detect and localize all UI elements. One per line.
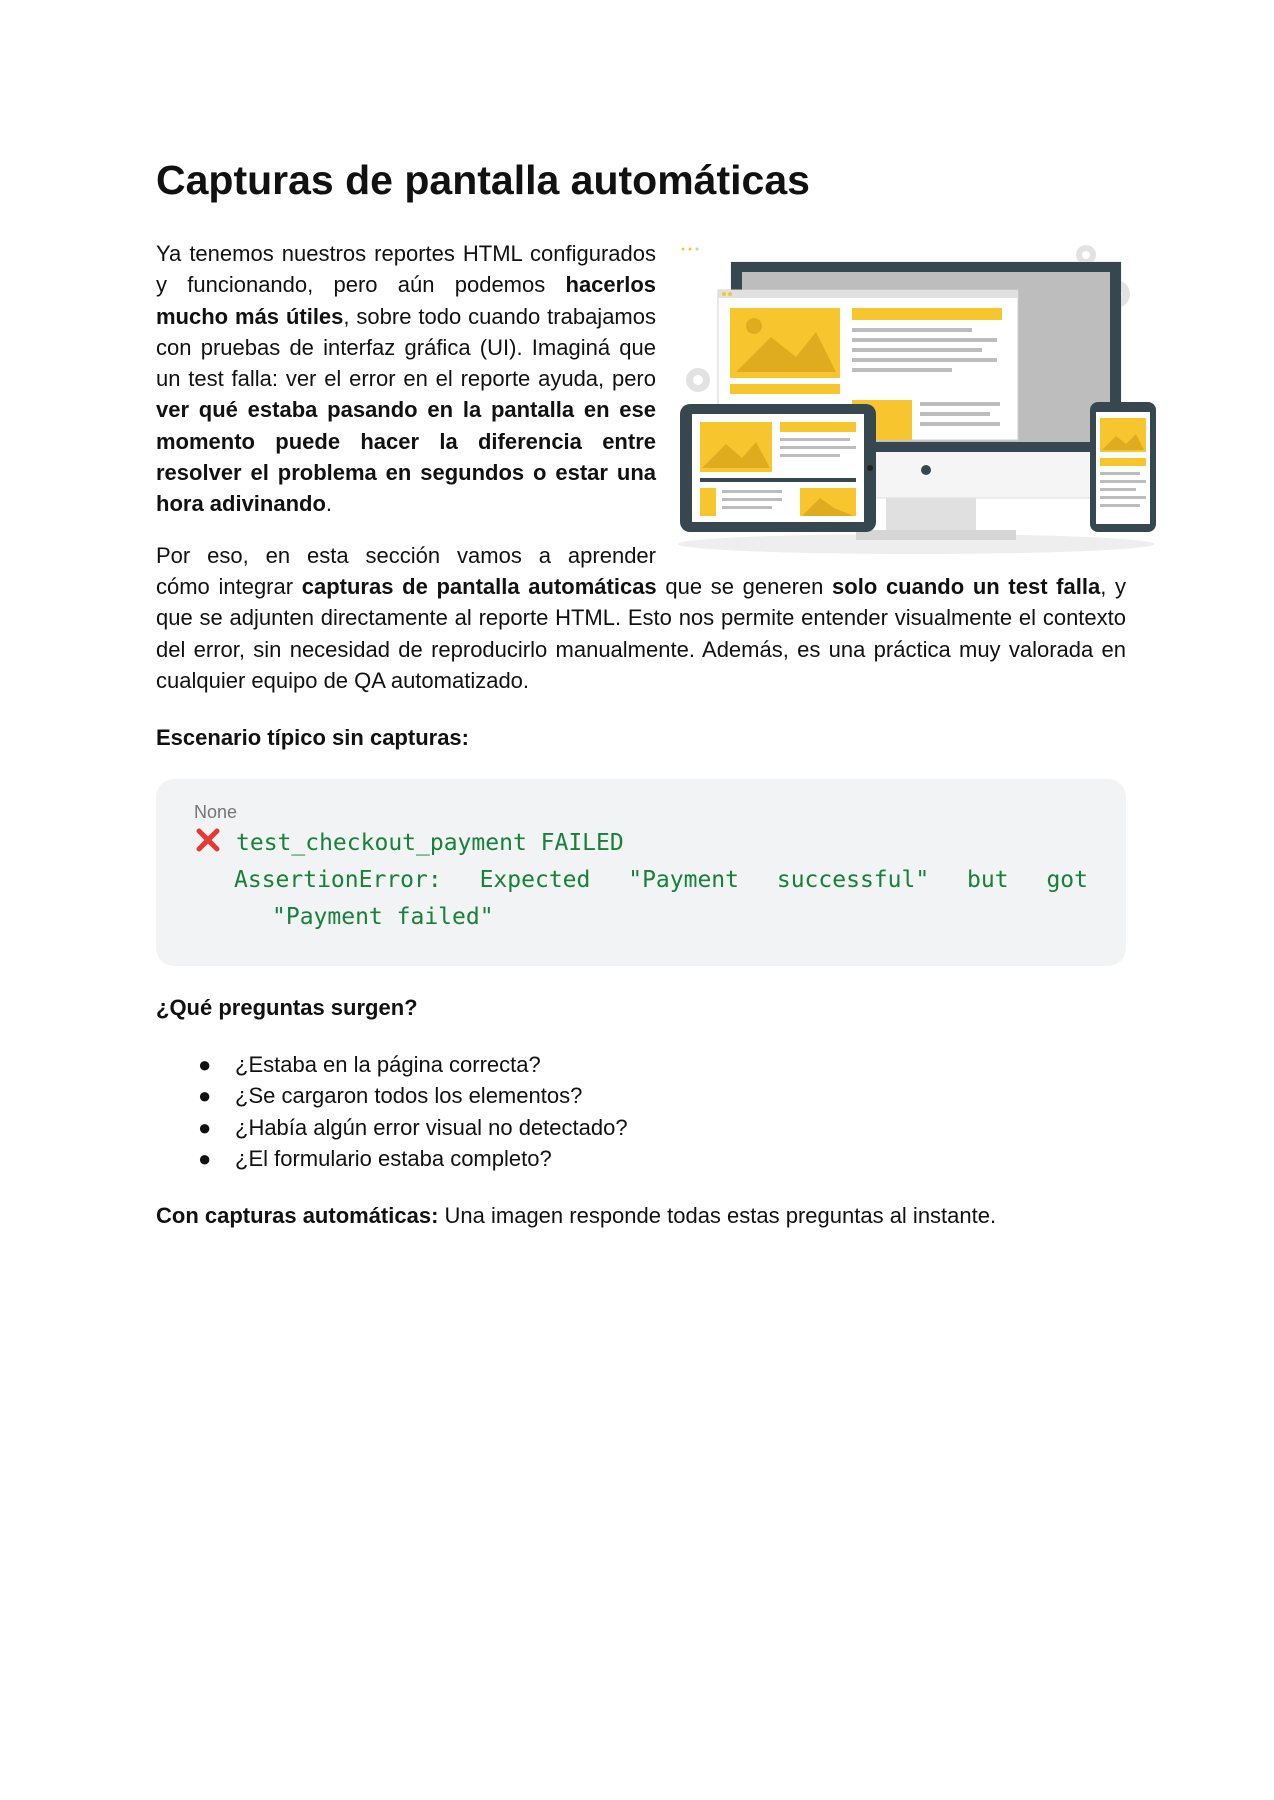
page-title: Capturas de pantalla automáticas: [156, 157, 810, 203]
list-item: ● ¿El formulario estaba completo?: [198, 1143, 1126, 1174]
list-item-text: ¿Había algún error visual no detectado?: [235, 1114, 628, 1140]
code-word: got: [1046, 867, 1088, 894]
bullet-icon: ●: [198, 1114, 212, 1140]
code-word: but: [967, 867, 1009, 894]
section2-bold: solo cuando un test falla: [832, 573, 1101, 599]
bullet-icon: ●: [198, 1052, 212, 1078]
code-word: "Payment: [628, 867, 739, 894]
list-item-text: ¿El formulario estaba completo?: [235, 1146, 552, 1172]
conclusion-bold: Con capturas automáticas:: [156, 1203, 439, 1229]
code-text: test_checkout_payment FAILED: [236, 830, 624, 857]
bullet-icon: ●: [198, 1146, 212, 1172]
document-page: Capturas de pantalla automáticas Ya tene…: [156, 150, 1156, 1231]
scenario-heading: Escenario típico sin capturas:: [156, 725, 469, 751]
bullet-icon: ●: [198, 1083, 212, 1109]
list-item-text: ¿Se cargaron todos los elementos?: [235, 1083, 583, 1109]
list-item-text: ¿Estaba en la página correcta?: [235, 1052, 541, 1078]
questions-list: ● ¿Estaba en la página correcta? ● ¿Se car…: [156, 1049, 1126, 1174]
questions-heading: ¿Qué preguntas surgen?: [156, 995, 418, 1021]
code-word: Expected: [479, 867, 591, 894]
conclusion-text: Una imagen responde todas estas pregunta…: [438, 1203, 997, 1229]
code-block: None test_checkout_payment FAILED Assert…: [156, 779, 1126, 967]
code-line-2: AssertionError: Expected "Payment succes…: [194, 862, 1088, 899]
code-line-1: test_checkout_payment FAILED: [194, 825, 1088, 862]
responsive-devices-illustration: [678, 245, 1156, 554]
section2-bold: capturas de pantalla automáticas: [301, 573, 657, 599]
intro-text: .: [325, 491, 333, 517]
code-word: AssertionError:: [234, 867, 442, 894]
intro-section: Ya tenemos nuestros reportes HTML config…: [156, 238, 1156, 554]
section2-first-line: Por eso, en esta sección vamos a aprende…: [156, 542, 656, 568]
list-item: ● ¿Se cargaron todos los elementos?: [198, 1080, 1126, 1111]
code-word: successful": [776, 867, 930, 894]
section2-text: que se generen: [656, 573, 833, 599]
list-item: ● ¿Estaba en la página correcta?: [198, 1049, 1126, 1080]
intro-paragraph: Ya tenemos nuestros reportes HTML config…: [156, 238, 656, 520]
conclusion-paragraph: Con capturas automáticas: Una imagen res…: [156, 1200, 1126, 1231]
cross-mark-icon: [196, 828, 220, 852]
code-line-3: "Payment failed": [272, 904, 494, 931]
code-language-label: None: [194, 802, 238, 823]
intro-bold: ver qué estaba pasando en la pantalla en…: [156, 397, 656, 517]
section2-paragraph: Por eso, en esta sección vamos a aprende…: [156, 540, 1126, 696]
list-item: ● ¿Había algún error visual no detectado?: [198, 1112, 1126, 1143]
section2-text: cómo integrar: [156, 573, 302, 599]
